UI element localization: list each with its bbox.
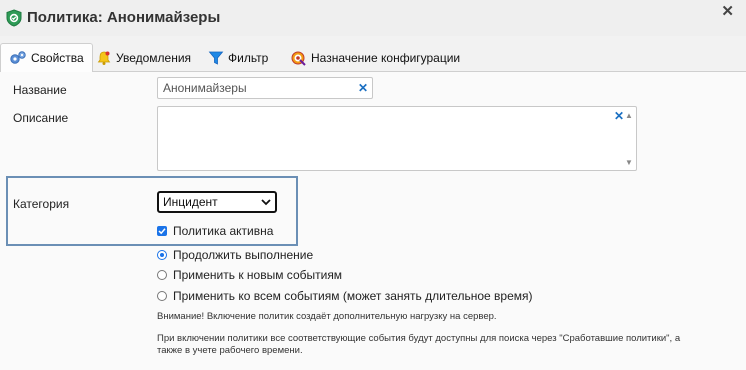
option-row-new-events: Применить к новым событиям	[157, 268, 342, 282]
policy-active-checkbox[interactable]	[157, 226, 167, 236]
tab-label: Свойства	[31, 51, 84, 65]
clear-description-icon[interactable]: ✕	[614, 109, 624, 123]
policy-active-label: Политика активна	[173, 224, 274, 238]
tab-properties[interactable]: Свойства	[0, 43, 93, 73]
tab-label: Назначение конфигурации	[311, 50, 461, 65]
tab-bar: Свойства Уведомления Фильтр Назначение к…	[0, 40, 746, 73]
tab-config-assignment[interactable]: Назначение конфигурации	[283, 43, 468, 72]
category-label: Категория	[13, 197, 70, 211]
gears-icon	[9, 50, 27, 66]
window-title: Политика: Анонимайзеры	[27, 9, 221, 26]
clear-name-icon[interactable]: ✕	[358, 81, 368, 95]
properties-panel: Название ✕ Описание ✕ ▲ ▼ Категория Инци…	[0, 72, 746, 370]
bell-icon	[96, 50, 112, 66]
option-row-all-events: Применить ко всем событиям (может занять…	[157, 289, 533, 303]
all-events-label: Применить ко всем событиям (может занять…	[173, 289, 533, 303]
new-events-radio[interactable]	[157, 270, 167, 280]
description-textarea[interactable]	[157, 106, 637, 171]
all-events-radio[interactable]	[157, 291, 167, 301]
option-row-continue: Продолжить выполнение	[157, 248, 313, 262]
scroll-up-icon[interactable]: ▲	[625, 111, 633, 120]
shield-icon	[6, 9, 22, 27]
chevron-down-icon	[261, 195, 271, 209]
title-bar: Политика: Анонимайзеры ✕	[0, 0, 746, 36]
policy-active-row: Политика активна	[157, 224, 273, 238]
scroll-down-icon[interactable]: ▼	[625, 158, 633, 167]
info-text-line1: При включении политики все соответствующ…	[157, 333, 681, 344]
tab-filter[interactable]: Фильтр	[200, 43, 276, 72]
category-select-value: Инцидент	[163, 195, 218, 209]
continue-radio[interactable]	[157, 250, 167, 260]
category-select[interactable]: Инцидент	[157, 191, 277, 213]
warning-text: Внимание! Включение политик создаёт допо…	[157, 311, 497, 322]
description-label: Описание	[13, 111, 69, 125]
name-input[interactable]	[157, 77, 373, 99]
tab-notifications[interactable]: Уведомления	[88, 43, 199, 72]
continue-label: Продолжить выполнение	[173, 248, 314, 262]
tab-label: Уведомления	[116, 50, 192, 65]
close-button[interactable]: ✕	[721, 4, 734, 20]
tab-label: Фильтр	[228, 50, 269, 65]
funnel-icon	[208, 50, 224, 66]
info-text-line2: также в учете рабочего времени.	[157, 345, 303, 356]
new-events-label: Применить к новым событиям	[173, 268, 343, 282]
target-icon	[291, 50, 307, 66]
name-label: Название	[13, 83, 67, 97]
